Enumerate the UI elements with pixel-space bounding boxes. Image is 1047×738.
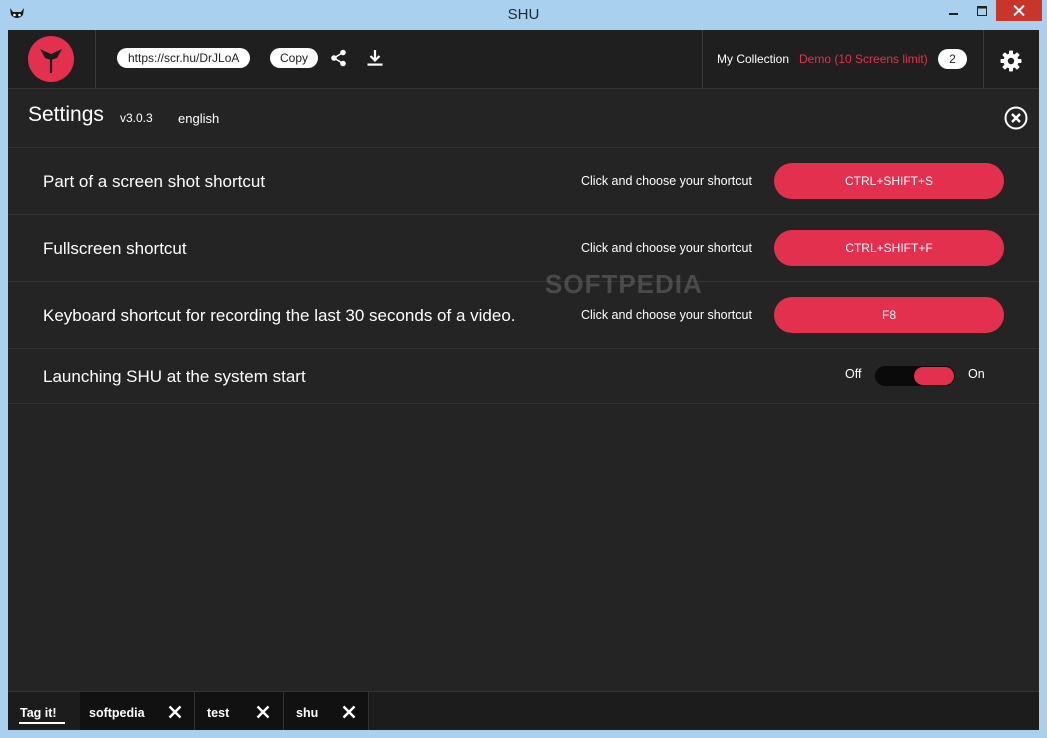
watermark: SOFTPEDIA <box>545 269 703 299</box>
title-bar[interactable]: SHU <box>0 0 1047 30</box>
tag-it-underline <box>19 722 65 724</box>
tag-item: softpedia <box>80 692 195 730</box>
close-icon <box>1013 5 1025 16</box>
minimize-button[interactable] <box>940 0 968 21</box>
page-title: Settings <box>28 103 104 126</box>
shu-logo[interactable] <box>28 36 74 82</box>
settings-row: Part of a screen shot shortcut Click and… <box>8 148 1039 215</box>
divider <box>95 30 96 88</box>
screens-count-badge: 2 <box>938 49 967 69</box>
maximize-button[interactable] <box>968 0 996 21</box>
gear-icon[interactable] <box>1000 50 1022 72</box>
app-content: https://scr.hu/DrJLoA Copy My Collection… <box>8 30 1039 730</box>
tag-it-button[interactable]: Tag it! <box>20 706 57 720</box>
shortcut-hint: Click and choose your shortcut <box>581 241 752 255</box>
remove-tag-icon[interactable] <box>256 705 270 719</box>
close-circle-icon[interactable] <box>1004 106 1028 130</box>
share-url[interactable]: https://scr.hu/DrJLoA <box>117 48 251 68</box>
toggle-knob <box>914 367 954 385</box>
shortcut-hint: Click and choose your shortcut <box>581 174 752 188</box>
window-title: SHU <box>507 6 540 23</box>
shortcut-label: Part of a screen shot shortcut <box>43 172 266 191</box>
minimize-icon <box>949 12 958 15</box>
tag-label: shu <box>296 706 319 720</box>
shortcut-label: Keyboard shortcut for recording the last… <box>43 306 516 325</box>
tag-bar: Tag it! softpedia test shu <box>8 691 1039 730</box>
maximize-icon <box>977 5 987 16</box>
settings-header: Settings v3.0.3 english <box>8 89 1039 148</box>
toggle-on-label: On <box>968 367 985 381</box>
settings-row: Keyboard shortcut for recording the last… <box>8 282 1039 349</box>
settings-row: Launching SHU at the system start Off On <box>8 349 1039 404</box>
my-collection-link[interactable]: My Collection <box>717 52 789 66</box>
app-window: SHU https://scr.hu/DrJLoA Copy My Collec… <box>0 0 1047 738</box>
video-shortcut-button[interactable]: F8 <box>774 297 1004 333</box>
share-icon[interactable] <box>330 49 348 67</box>
tag-label: softpedia <box>89 706 145 720</box>
tag-label: test <box>207 706 230 720</box>
download-icon[interactable] <box>366 49 384 67</box>
version-label: v3.0.3 <box>120 111 153 125</box>
startup-toggle[interactable] <box>875 366 955 386</box>
fullscreen-shortcut-button[interactable]: CTRL+SHIFT+F <box>774 230 1004 266</box>
tag-item: test <box>195 692 284 730</box>
close-window-button[interactable] <box>996 0 1042 21</box>
crossbow-logo-icon <box>40 49 62 73</box>
shortcut-hint: Click and choose your shortcut <box>581 308 752 322</box>
demo-limit-label: Demo (10 Screens limit) <box>799 52 928 66</box>
divider <box>702 30 703 88</box>
tag-item: shu <box>284 692 369 730</box>
divider <box>983 30 984 88</box>
toggle-off-label: Off <box>845 367 862 381</box>
settings-row: Fullscreen shortcut Click and choose you… <box>8 215 1039 282</box>
startup-label: Launching SHU at the system start <box>43 367 306 386</box>
region-shortcut-button[interactable]: CTRL+SHIFT+S <box>774 163 1004 199</box>
language-selector[interactable]: english <box>178 111 219 126</box>
copy-button[interactable]: Copy <box>270 48 319 68</box>
shortcut-label: Fullscreen shortcut <box>43 239 187 258</box>
remove-tag-icon[interactable] <box>168 705 182 719</box>
remove-tag-icon[interactable] <box>342 705 356 719</box>
top-bar: https://scr.hu/DrJLoA Copy My Collection… <box>8 30 1039 89</box>
